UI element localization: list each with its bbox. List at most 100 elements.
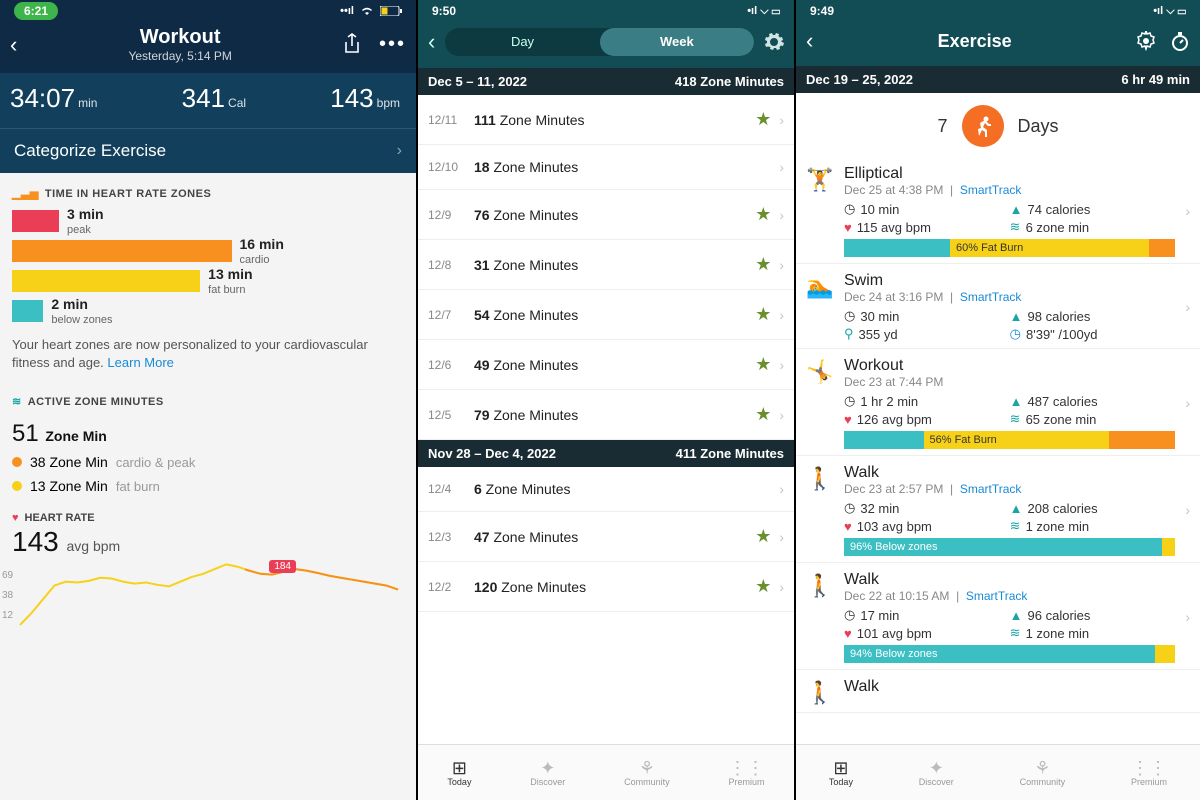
chevron-right-icon: › xyxy=(779,529,784,545)
stat-right: ≋ 1 zone min xyxy=(1010,518,1176,534)
tab-discover[interactable]: ✦Discover xyxy=(919,759,954,787)
hr-avg: 143 avg bpm xyxy=(0,526,416,562)
row-value: 6 Zone Minutes xyxy=(474,481,779,497)
gear-icon[interactable] xyxy=(1136,31,1156,51)
categorize-row[interactable]: Categorize Exercise › xyxy=(0,128,416,173)
exercise-stats: ◷ 1 hr 2 min ▲ 487 calories ♥ 126 avg bp… xyxy=(844,393,1175,427)
zone-row: 3 min peak xyxy=(0,206,416,236)
chevron-right-icon: › xyxy=(1185,395,1190,411)
exercise-title: Walk xyxy=(844,678,1190,696)
zone-label: 2 min xyxy=(51,296,88,312)
page-title: Exercise xyxy=(813,31,1136,52)
share-icon[interactable] xyxy=(343,33,361,56)
zone-segment: 94% Below zones xyxy=(844,645,1155,663)
exercise-icon: 🚶 xyxy=(806,678,834,706)
exercise-stats: ◷ 30 min ▲ 98 calories ⚲ 355 yd ◷ 8'39" … xyxy=(844,308,1175,342)
zone-minutes-week-screen: 9:50 •ıl ⌵ ▭ ‹ Day Week Dec 5 – 11, 2022… xyxy=(418,0,796,800)
back-button[interactable]: ‹ xyxy=(428,29,435,55)
learn-more-link[interactable]: Learn More xyxy=(107,355,173,370)
exercise-icon: 🏋 xyxy=(806,165,834,257)
back-button[interactable]: ‹ xyxy=(806,28,813,54)
zone-minutes-row[interactable]: 12/7 54 Zone Minutes ★ › xyxy=(418,290,794,340)
stat-duration: ◷ 32 min xyxy=(844,500,1010,516)
zone-minutes-row[interactable]: 12/8 31 Zone Minutes ★ › xyxy=(418,240,794,290)
status-icons: •ıl ⌵ ▭ xyxy=(747,5,780,18)
hr-chart: 69 38 12 184 xyxy=(0,562,416,632)
stopwatch-icon[interactable] xyxy=(1170,31,1190,51)
stat-calories: ▲ 487 calories xyxy=(1010,393,1176,409)
exercise-item[interactable]: 🚶 Walk Dec 22 at 10:15 AM | SmartTrack ◷… xyxy=(796,563,1200,670)
exercise-item[interactable]: 🏊 Swim Dec 24 at 3:16 PM | SmartTrack ◷ … xyxy=(796,264,1200,349)
tab-discover[interactable]: ✦Discover xyxy=(530,759,565,787)
tab-premium[interactable]: ⋮⋮Premium xyxy=(1131,759,1167,787)
exercise-item[interactable]: 🚶 Walk xyxy=(796,670,1200,713)
hr-line xyxy=(0,562,416,632)
zone-minutes-row[interactable]: 12/9 76 Zone Minutes ★ › xyxy=(418,190,794,240)
zone-sublabel: below zones xyxy=(51,314,112,326)
week-total: 418 Zone Minutes xyxy=(675,74,784,89)
exercise-title: Walk xyxy=(844,464,1175,482)
chevron-right-icon: › xyxy=(779,207,784,223)
azm-label: cardio & peak xyxy=(116,455,196,470)
more-icon[interactable]: ••• xyxy=(379,33,406,56)
zone-segment xyxy=(1149,239,1176,257)
hr-ytick: 69 xyxy=(2,570,13,581)
stat-left: ⚲ 355 yd xyxy=(844,326,1010,342)
exercise-title: Walk xyxy=(844,571,1175,589)
calories-metric: 341Cal xyxy=(182,83,246,114)
exercise-item[interactable]: 🏋 Elliptical Dec 25 at 4:38 PM | SmartTr… xyxy=(796,157,1200,264)
azm-value: 13 Zone Min xyxy=(30,478,108,494)
zone-bar xyxy=(12,270,200,292)
zone-minutes-row[interactable]: 12/4 6 Zone Minutes › xyxy=(418,467,794,512)
star-icon: ★ xyxy=(747,404,779,425)
week-total: 411 Zone Minutes xyxy=(676,446,784,461)
tab-premium[interactable]: ⋮⋮Premium xyxy=(729,759,765,787)
exercise-item[interactable]: 🚶 Walk Dec 23 at 2:57 PM | SmartTrack ◷ … xyxy=(796,456,1200,563)
zone-segment: 96% Below zones xyxy=(844,538,1162,556)
stat-right: ≋ 1 zone min xyxy=(1010,625,1176,641)
row-value: 111 Zone Minutes xyxy=(474,112,747,128)
row-value: 47 Zone Minutes xyxy=(474,529,747,545)
week-range: Dec 19 – 25, 2022 xyxy=(806,72,913,87)
exercise-item[interactable]: 🤸 Workout Dec 23 at 7:44 PM ◷ 1 hr 2 min… xyxy=(796,349,1200,456)
tab-today[interactable]: ⊞Today xyxy=(829,759,853,787)
zone-bar xyxy=(12,210,59,232)
zone-row: 2 min below zones xyxy=(0,296,416,326)
zone-bar: 60% Fat Burn xyxy=(844,239,1175,257)
zone-bar xyxy=(12,240,232,262)
day-week-segment[interactable]: Day Week xyxy=(445,28,754,56)
tab-community[interactable]: ⚘Community xyxy=(624,759,670,787)
zone-segment: 60% Fat Burn xyxy=(950,239,1149,257)
gear-icon[interactable] xyxy=(764,32,784,52)
row-date: 12/11 xyxy=(428,113,474,127)
status-bar: 6:21 ••ıl xyxy=(0,0,416,22)
back-button[interactable]: ‹ xyxy=(10,32,17,58)
zone-minutes-row[interactable]: 12/2 120 Zone Minutes ★ › xyxy=(418,562,794,612)
zones-icon: ▁▃▅ xyxy=(12,187,39,200)
week-header: Dec 5 – 11, 2022 418 Zone Minutes xyxy=(418,68,794,95)
zone-segment xyxy=(1109,431,1175,449)
chevron-right-icon: › xyxy=(779,159,784,175)
metrics-row: 34:07min 341Cal 143bpm xyxy=(0,73,416,128)
zone-minutes-row[interactable]: 12/3 47 Zone Minutes ★ › xyxy=(418,512,794,562)
chevron-right-icon: › xyxy=(1185,299,1190,315)
tab-bar: ⊞Today ✦Discover ⚘Community ⋮⋮Premium xyxy=(796,744,1200,800)
status-icons: ••ıl xyxy=(340,5,402,17)
tab-today[interactable]: ⊞Today xyxy=(447,759,471,787)
zone-minutes-row[interactable]: 12/10 18 Zone Minutes › xyxy=(418,145,794,190)
row-date: 12/8 xyxy=(428,258,474,272)
zone-label: 3 min xyxy=(67,206,104,222)
zone-label: 13 min xyxy=(208,266,252,282)
zones-section-title: ▁▃▅ TIME IN HEART RATE ZONES xyxy=(0,173,416,206)
row-value: 120 Zone Minutes xyxy=(474,579,747,595)
zone-minutes-row[interactable]: 12/6 49 Zone Minutes ★ › xyxy=(418,340,794,390)
zone-minutes-row[interactable]: 12/11 111 Zone Minutes ★ › xyxy=(418,95,794,145)
tab-community[interactable]: ⚘Community xyxy=(1020,759,1066,787)
chevron-right-icon: › xyxy=(779,357,784,373)
row-value: 79 Zone Minutes xyxy=(474,407,747,423)
hr-peak-label: 184 xyxy=(269,560,296,573)
zone-minutes-row[interactable]: 12/5 79 Zone Minutes ★ › xyxy=(418,390,794,440)
segment-day[interactable]: Day xyxy=(445,28,599,56)
segment-week[interactable]: Week xyxy=(600,28,754,56)
stat-duration: ◷ 17 min xyxy=(844,607,1010,623)
